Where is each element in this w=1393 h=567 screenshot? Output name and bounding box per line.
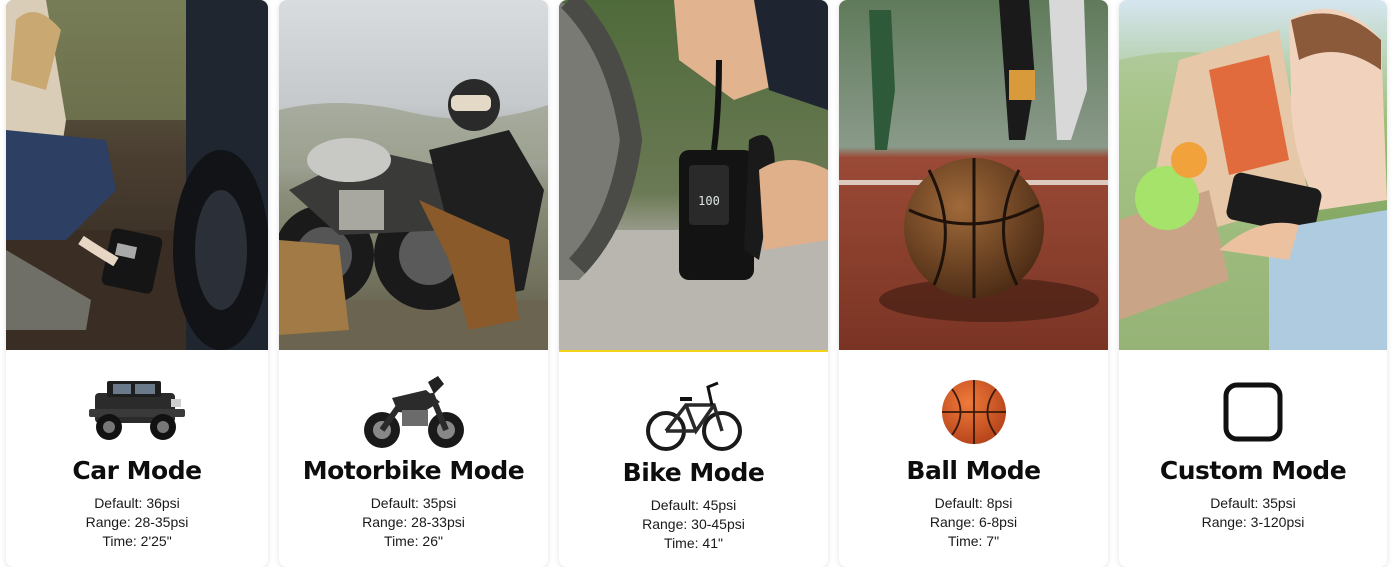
mode-title: Car Mode [72, 456, 202, 485]
inflation-time: Time: 7" [947, 533, 1000, 549]
default-pressure: Default: 35psi [370, 495, 457, 511]
mode-title: Ball Mode [906, 456, 1041, 485]
bike-mode-card[interactable]: 100 Bike Mode Default: 45psi Range: 30-4… [559, 0, 828, 567]
default-pressure: Default: 35psi [1210, 495, 1296, 511]
motorbike-mode-card[interactable]: Motorbike Mode Default: 35psi Range: 28-… [279, 0, 548, 567]
mode-title: Bike Mode [622, 458, 765, 487]
default-pressure: Default: 8psi [934, 495, 1013, 511]
jeep-car-icon [89, 380, 185, 440]
default-pressure: Default: 36psi [94, 495, 180, 511]
inflation-time: Time: 26" [384, 533, 443, 549]
inflation-time: Time: 41" [664, 535, 723, 551]
mode-title: Custom Mode [1159, 456, 1347, 485]
car-mode-info: Car Mode Default: 36psi Range: 28-35psi … [6, 350, 268, 567]
inflation-time: Time: 2'25" [102, 533, 172, 549]
ball-mode-card[interactable]: Ball Mode Default: 8psi Range: 6-8psi Ti… [839, 0, 1108, 567]
pressure-range: Range: 28-33psi [362, 514, 465, 530]
car-mode-photo [6, 0, 268, 350]
pressure-range: Range: 3-120psi [1201, 514, 1305, 530]
pressure-range: Range: 28-35psi [85, 514, 189, 530]
car-mode-card[interactable]: Car Mode Default: 36psi Range: 28-35psi … [6, 0, 268, 567]
ball-mode-info: Ball Mode Default: 8psi Range: 6-8psi Ti… [839, 350, 1108, 567]
bike-mode-info: Bike Mode Default: 45psi Range: 30-45psi… [559, 350, 828, 567]
pressure-range: Range: 6-8psi [929, 514, 1018, 530]
custom-mode-info: Custom Mode Default: 35psi Range: 3-120p… [1119, 350, 1387, 567]
default-pressure: Default: 45psi [650, 497, 737, 513]
basketball-icon [941, 379, 1006, 444]
bicycle-icon [645, 381, 742, 451]
mode-card-strip: Car Mode Default: 36psi Range: 28-35psi … [0, 0, 1393, 567]
motorbike-icon [363, 375, 464, 448]
bike-mode-photo: 100 [559, 0, 828, 350]
custom-mode-photo [1119, 0, 1387, 350]
ball-mode-photo [839, 0, 1108, 350]
mode-title: Motorbike Mode [302, 456, 525, 485]
pressure-range: Range: 30-45psi [642, 516, 745, 532]
rounded-square-icon [1223, 382, 1283, 441]
motorbike-mode-info: Motorbike Mode Default: 35psi Range: 28-… [279, 350, 548, 567]
motorbike-mode-photo [279, 0, 548, 350]
svg-text:100: 100 [698, 194, 720, 208]
custom-mode-card[interactable]: Custom Mode Default: 35psi Range: 3-120p… [1119, 0, 1387, 567]
